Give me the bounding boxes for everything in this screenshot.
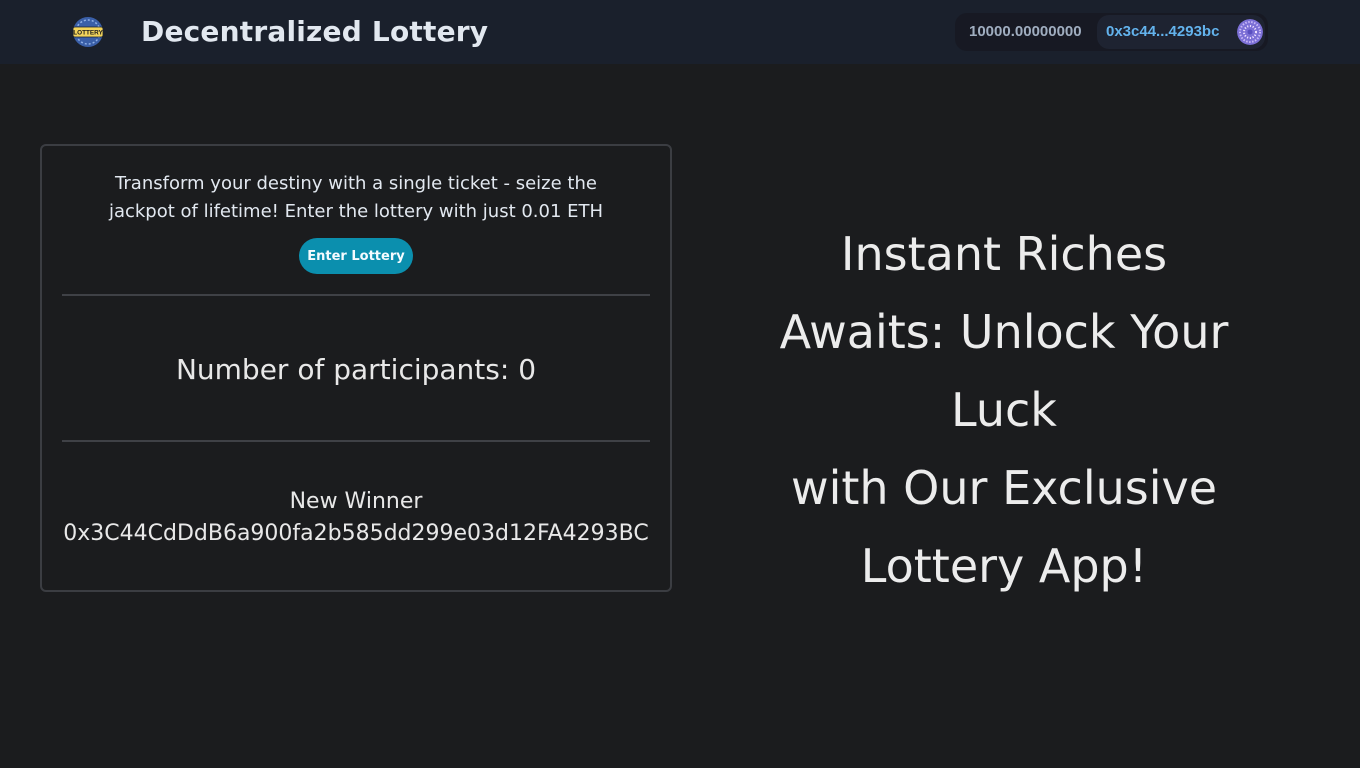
participants-count: Number of participants: 0 bbox=[175, 353, 537, 386]
identicon-avatar-icon bbox=[1237, 19, 1263, 45]
winner-label: New Winner bbox=[289, 489, 423, 514]
enter-lottery-button[interactable]: Enter Lottery bbox=[299, 238, 413, 274]
wallet-balance: 10000.00000000 bbox=[969, 23, 1082, 40]
lottery-card: Transform your destiny with a single tic… bbox=[40, 144, 672, 592]
lottery-logo-icon[interactable]: LOTTERY bbox=[72, 16, 104, 48]
hero-line: with Our Exclusive bbox=[790, 461, 1218, 515]
app-title: Decentralized Lottery bbox=[141, 15, 489, 48]
hero-headline: Instant Riches Awaits: Unlock Your Luck … bbox=[724, 215, 1284, 605]
hero-line: Awaits: Unlock Your Luck bbox=[779, 305, 1229, 437]
hero-line: Lottery App! bbox=[860, 539, 1148, 593]
wallet-widget: 10000.00000000 0x3c44...4293bc bbox=[955, 13, 1268, 51]
divider bbox=[62, 294, 650, 296]
account-button[interactable]: 0x3c44...4293bc bbox=[1097, 15, 1265, 49]
promo-line: jackpot of lifetime! Enter the lottery w… bbox=[108, 201, 604, 222]
divider bbox=[62, 440, 650, 442]
promo-text: Transform your destiny with a single tic… bbox=[42, 170, 670, 226]
hero-line: Instant Riches bbox=[840, 227, 1168, 281]
logo-text: LOTTERY bbox=[73, 30, 103, 37]
account-address: 0x3c44...4293bc bbox=[1106, 23, 1220, 40]
promo-line: Transform your destiny with a single tic… bbox=[115, 173, 597, 194]
top-navbar: LOTTERY Decentralized Lottery 10000.0000… bbox=[0, 0, 1360, 64]
winner-address: 0x3C44CdDdB6a900fa2b585dd299e03d12FA4293… bbox=[63, 521, 649, 546]
